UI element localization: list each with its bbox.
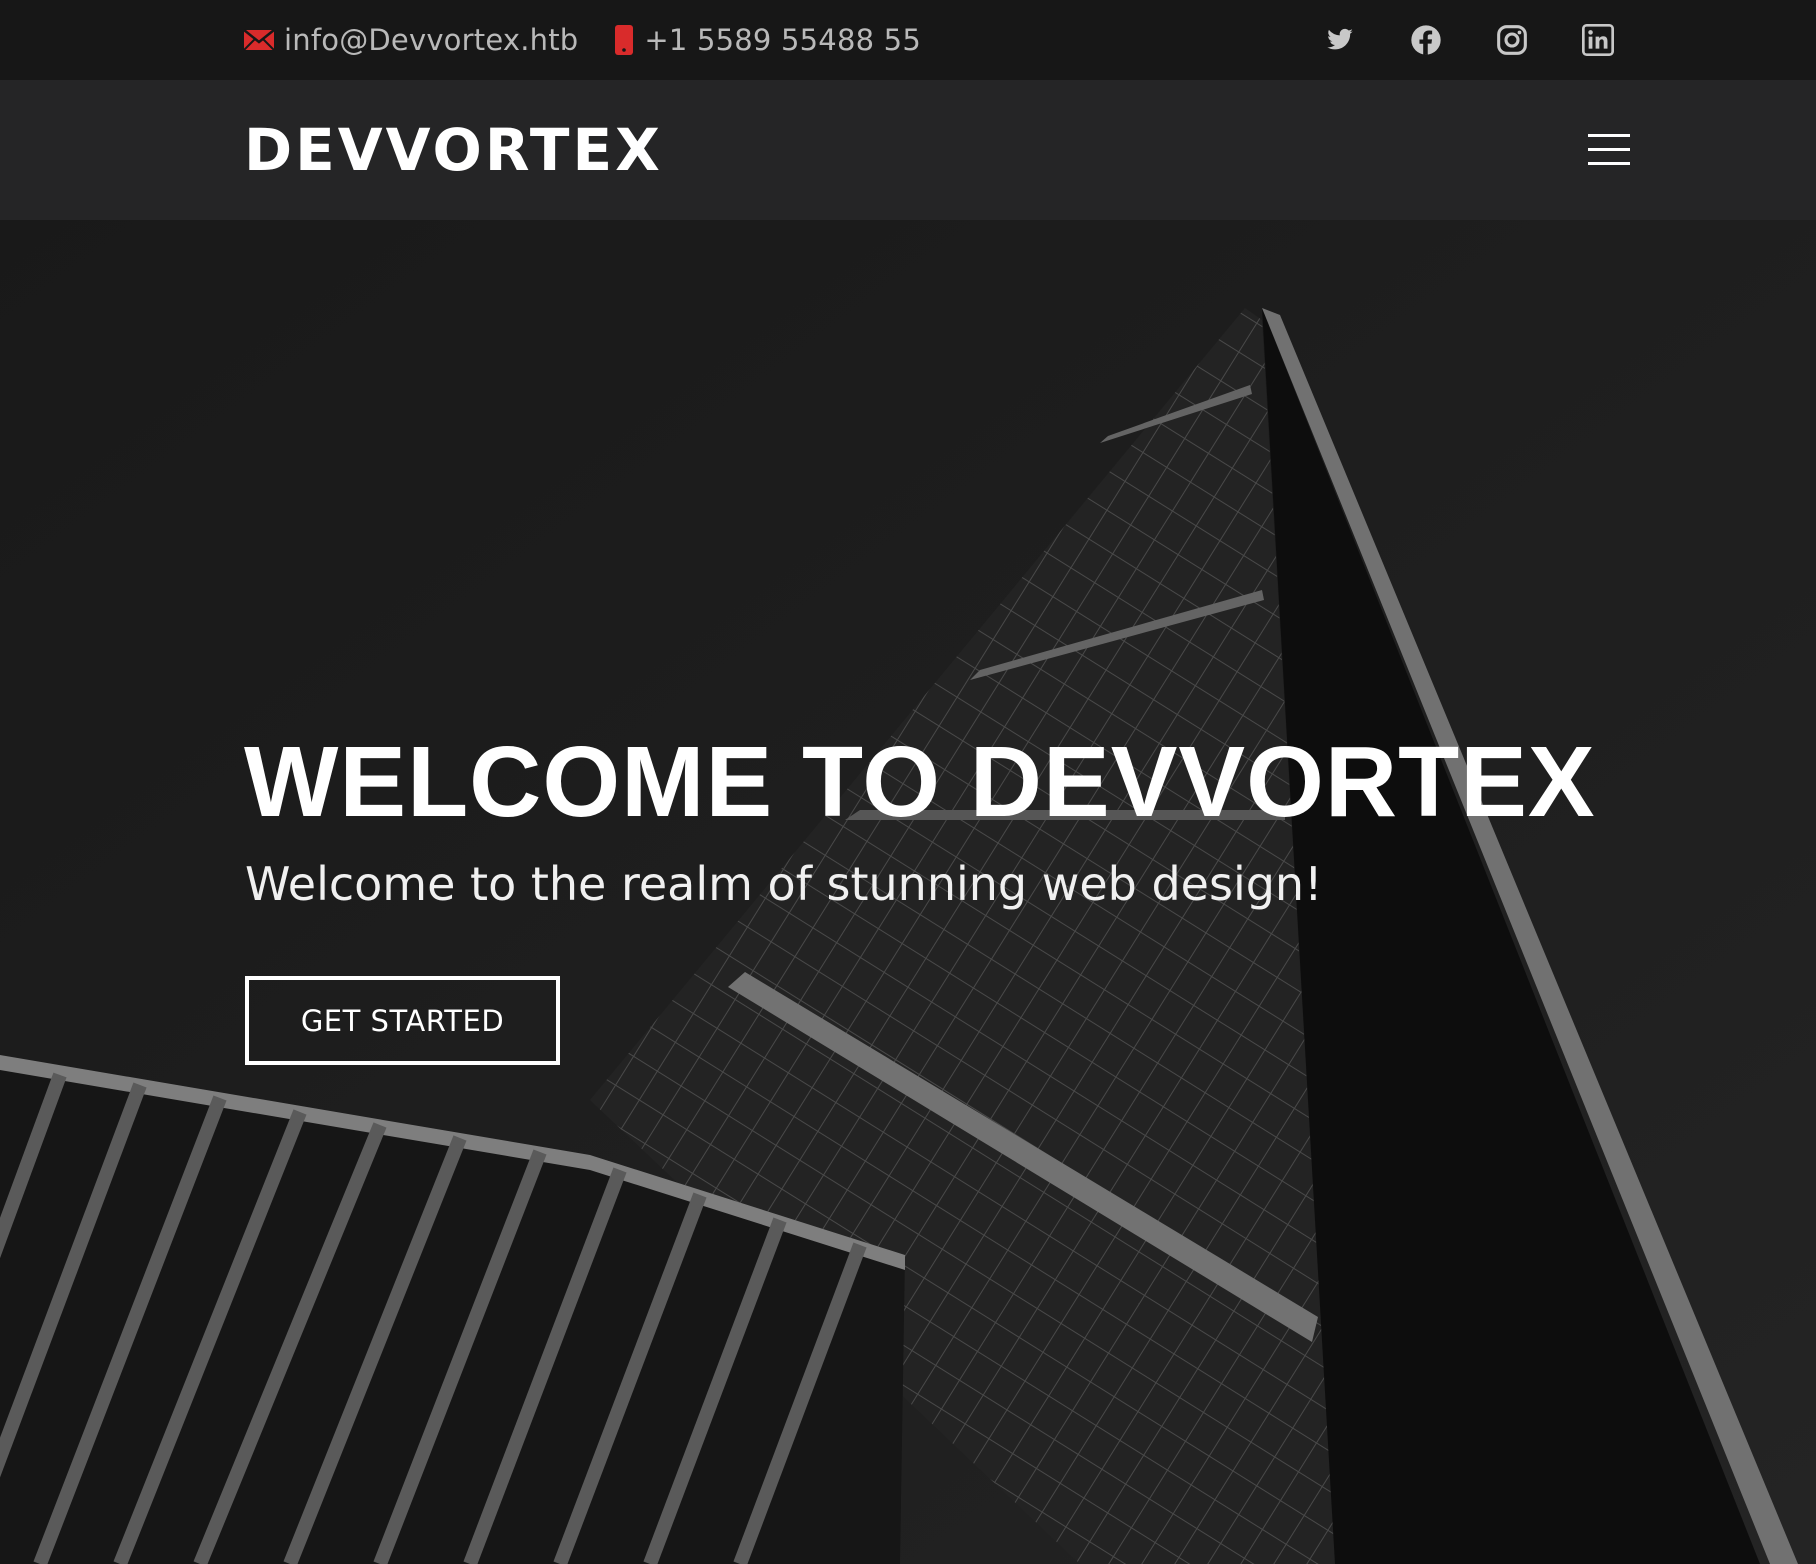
twitter-icon[interactable] (1322, 22, 1358, 58)
contact-email[interactable]: info@Devvortex.htb (244, 23, 578, 57)
phone-icon (615, 25, 634, 55)
contact-info: info@Devvortex.htb +1 5589 55488 55 (244, 0, 921, 80)
instagram-icon[interactable] (1494, 22, 1530, 58)
social-links (1272, 0, 1616, 80)
navbar: DEVVORTEX (0, 80, 1816, 220)
envelope-icon (244, 29, 274, 51)
contact-phone[interactable]: +1 5589 55488 55 (614, 23, 921, 57)
phone-text: +1 5589 55488 55 (644, 23, 921, 57)
hero-subtitle: Welcome to the realm of stunning web des… (245, 857, 1323, 911)
hero-section: WELCOME TO DEVVORTEX Welcome to the real… (0, 220, 1816, 1564)
site-logo[interactable]: DEVVORTEX (244, 80, 663, 220)
linkedin-icon[interactable] (1580, 22, 1616, 58)
hero-title: WELCOME TO DEVVORTEX (244, 726, 1596, 838)
hamburger-menu-icon[interactable] (1588, 130, 1630, 170)
email-text: info@Devvortex.htb (284, 23, 579, 57)
facebook-icon[interactable] (1408, 22, 1444, 58)
top-bar: info@Devvortex.htb +1 5589 55488 55 (0, 0, 1816, 80)
get-started-button[interactable]: GET STARTED (245, 976, 560, 1065)
